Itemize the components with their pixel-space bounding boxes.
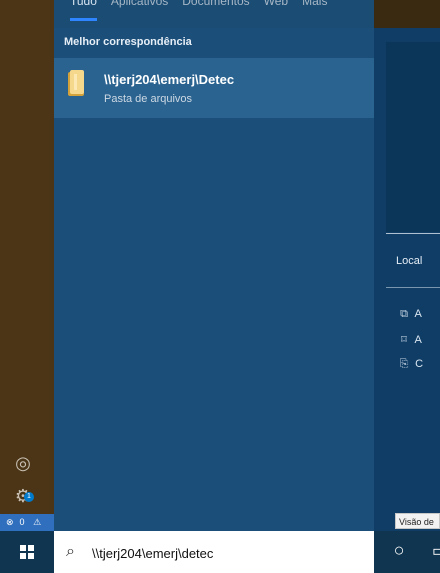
- windows-logo-icon: [20, 545, 34, 559]
- result-details-panel: Local ⧉ A ⌑ A ⎘ C: [374, 28, 440, 531]
- best-match-heading: Melhor correspondência: [64, 36, 192, 48]
- task-view-icon[interactable]: ▭: [432, 543, 440, 561]
- best-match-title: \\tjerj204\emerj\Detec: [104, 72, 235, 87]
- tab-web[interactable]: Web: [264, 0, 288, 22]
- account-icon[interactable]: ◎: [12, 452, 34, 474]
- location-label: Local: [396, 255, 423, 267]
- action-open-label: A: [414, 308, 422, 320]
- action-pin[interactable]: ⌑ A: [396, 333, 440, 351]
- best-match-subtitle: Pasta de arquivos: [104, 93, 193, 105]
- settings-badge: 1: [24, 492, 34, 502]
- action-pin-label: A: [414, 334, 422, 346]
- tab-aplicativos[interactable]: Aplicativos: [111, 0, 168, 22]
- left-status-bar[interactable]: ⊗ 0 ⚠: [0, 514, 54, 531]
- taskbar-search-box[interactable]: ⌕: [54, 531, 374, 573]
- action-open[interactable]: ⧉ A: [396, 308, 440, 326]
- copy-path-icon: ⎘: [399, 358, 409, 370]
- start-button[interactable]: [0, 531, 54, 573]
- warning-icon: ⚠: [33, 517, 42, 527]
- search-input[interactable]: [90, 539, 364, 567]
- error-icon: ⊗: [6, 517, 14, 527]
- tab-tudo[interactable]: Tudo: [70, 0, 97, 22]
- best-match-result[interactable]: \\tjerj204\emerj\Detec Pasta de arquivos: [54, 58, 374, 118]
- error-count: 0: [19, 517, 25, 527]
- divider: [386, 287, 440, 288]
- search-tabs: Tudo Aplicativos Documentos Web Mais: [70, 0, 327, 28]
- start-search-panel: Tudo Aplicativos Documentos Web Mais Mel…: [54, 0, 374, 531]
- action-copy-label: C: [415, 358, 424, 370]
- pin-icon: ⌑: [401, 334, 407, 346]
- task-view-tooltip: Visão de: [395, 513, 440, 529]
- tab-mais[interactable]: Mais: [302, 0, 327, 22]
- search-tabs-bar: Tudo Aplicativos Documentos Web Mais: [54, 0, 374, 28]
- divider: [386, 233, 440, 234]
- taskbar: ⌕ ○ ▭: [0, 531, 440, 573]
- settings-icon[interactable]: ⚙ 1: [12, 485, 34, 507]
- open-icon: ⧉: [400, 308, 408, 320]
- left-activity-bar: ◎ ⚙ 1 ⊗ 0 ⚠: [0, 0, 54, 531]
- cortana-icon[interactable]: ○: [390, 541, 408, 559]
- tab-documentos[interactable]: Documentos: [182, 0, 249, 22]
- preview-card: [386, 42, 440, 232]
- folder-icon: [68, 70, 86, 96]
- search-icon: ⌕: [66, 543, 75, 560]
- action-copy-path[interactable]: ⎘ C: [396, 358, 440, 376]
